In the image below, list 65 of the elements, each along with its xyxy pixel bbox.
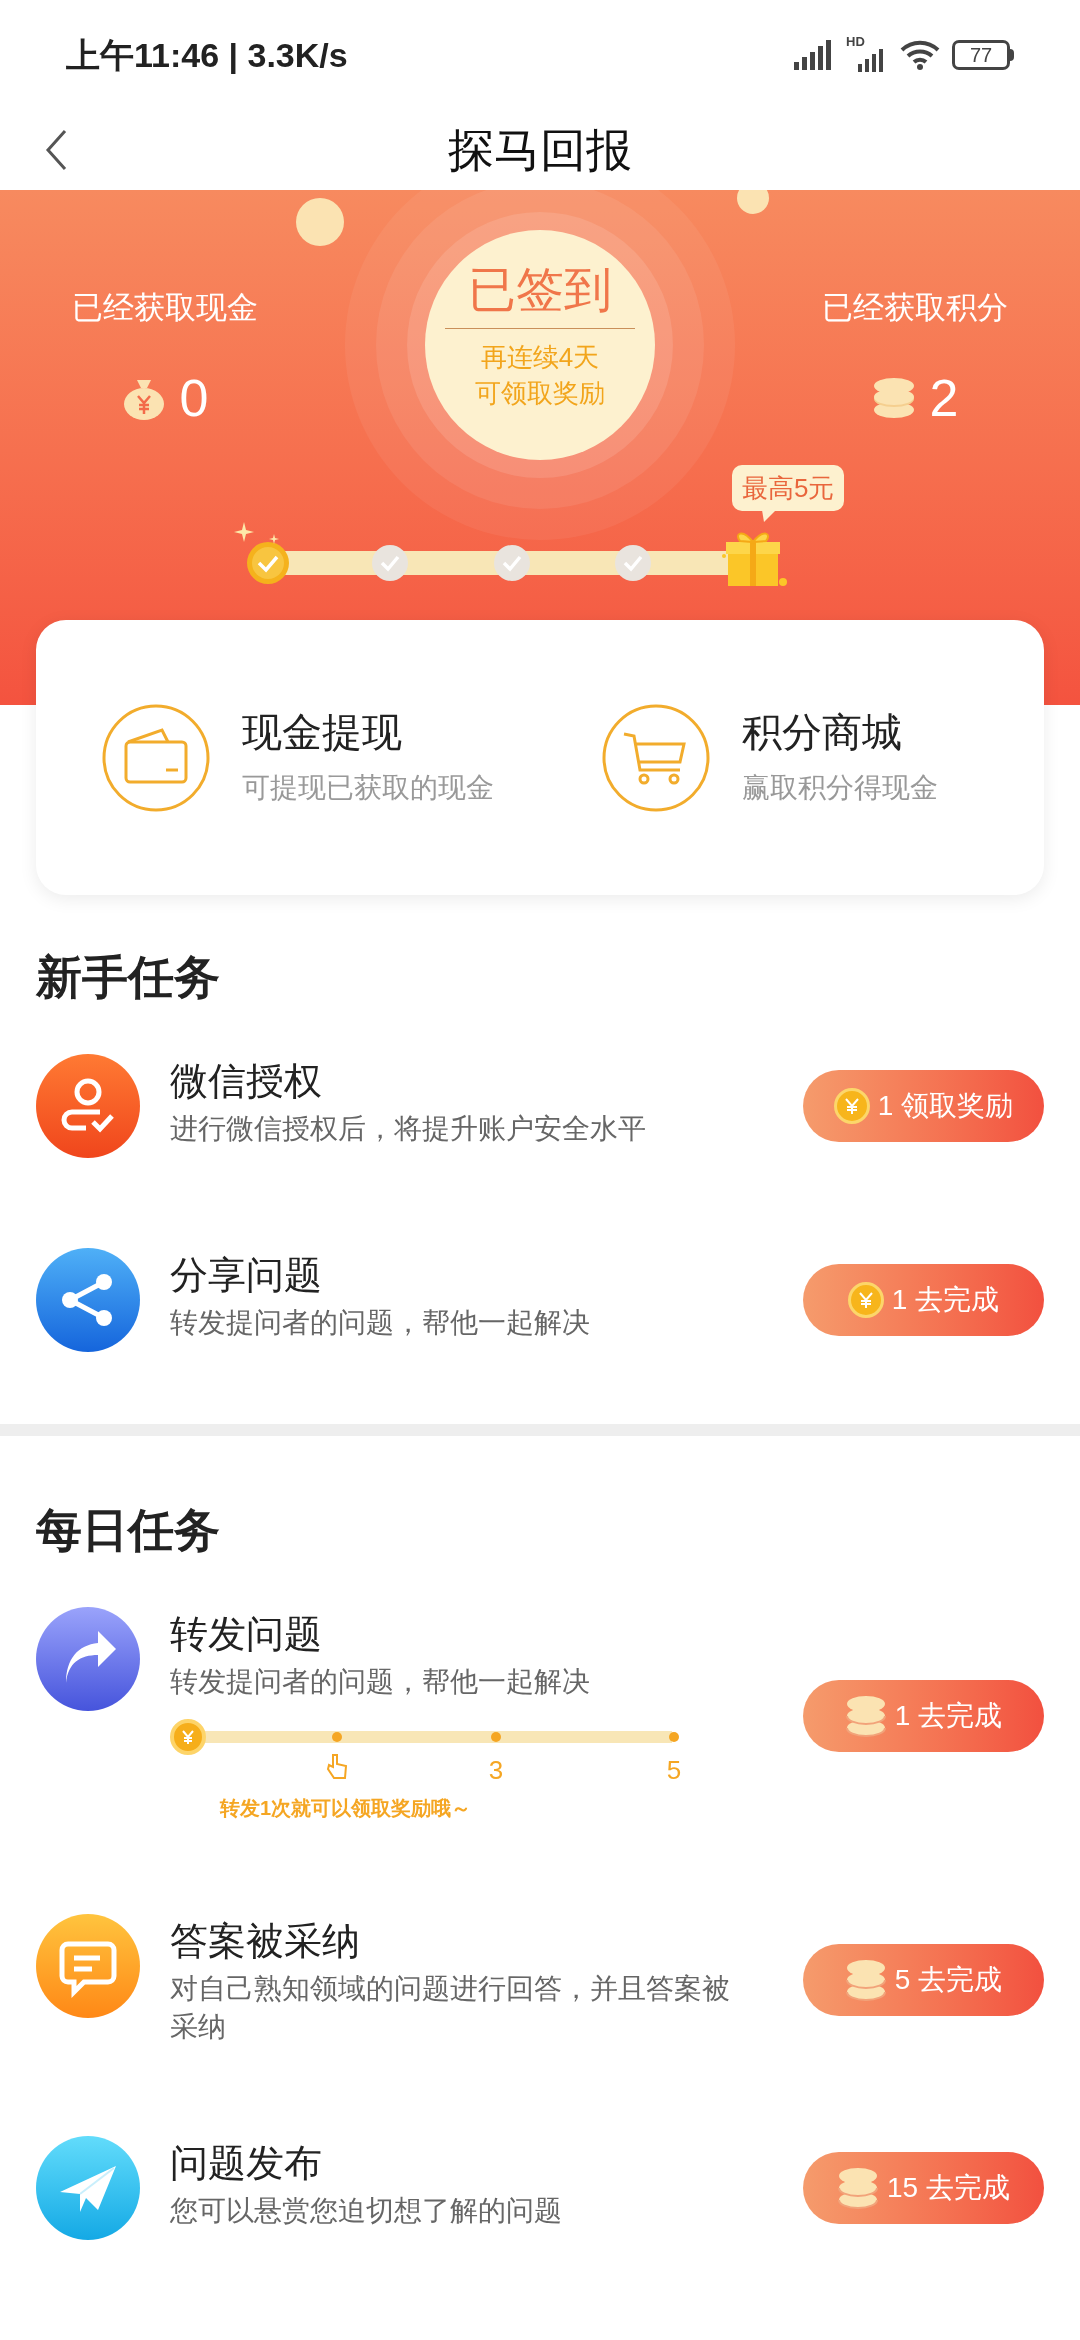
reward-action: 去完成 xyxy=(918,1963,1003,1997)
coin-stack-icon xyxy=(836,2166,879,2210)
shortcut-item[interactable]: 积分商城 赢取积分得现金 xyxy=(602,703,938,812)
reward-amount: 1 xyxy=(894,1698,911,1733)
task-description: 您可以悬赏您迫切想了解的问题 xyxy=(170,2194,563,2228)
status-time: 上午11:46 | 3.3K/s xyxy=(66,34,348,76)
reward-button[interactable]: 1 领取奖励 xyxy=(803,1070,1044,1142)
stat-label: 已经获取现金 xyxy=(72,289,258,327)
progress-label: 3 xyxy=(487,1754,505,1787)
yuan-coin-icon xyxy=(847,1282,884,1318)
reward-amount: 5 xyxy=(894,1963,911,1997)
checkin-hint: 可领取奖励 xyxy=(475,377,605,410)
task-description: 转发提问者的问题，帮他一起解决 xyxy=(170,1306,591,1340)
reward-button[interactable]: 1 去完成 xyxy=(803,1679,1044,1752)
checkin-hint: 再连续4天 xyxy=(480,341,600,374)
reward-amount: 1 xyxy=(891,1283,908,1317)
wallet-icon xyxy=(102,703,210,812)
shortcut-title: 现金提现 xyxy=(242,708,403,756)
shortcut-item[interactable]: 现金提现 可提现已获取的现金 xyxy=(102,703,602,812)
task-title: 答案被采纳 xyxy=(170,1919,361,1964)
checkin-status: 已签到 xyxy=(468,262,612,318)
task-description: 转发提问者的问题，帮他一起解决 xyxy=(170,1665,591,1699)
reward-action: 领取奖励 xyxy=(901,1089,1014,1123)
share-icon xyxy=(36,1248,140,1352)
battery-level: 77 xyxy=(969,45,993,65)
shortcut-subtitle: 可提现已获取的现金 xyxy=(242,770,494,805)
task-title: 微信授权 xyxy=(170,1059,323,1104)
reward-text: 最高5元 xyxy=(742,471,835,505)
section-title: 每日任务 xyxy=(36,1503,221,1558)
coin-stack-icon xyxy=(844,1958,887,2002)
task-title: 问题发布 xyxy=(170,2141,323,2186)
reward-amount: 15 xyxy=(886,2171,919,2205)
reward-button[interactable]: 15 去完成 xyxy=(803,2152,1044,2224)
back-icon xyxy=(45,129,67,171)
reward-action: 去完成 xyxy=(918,1698,1003,1733)
reward-action: 去完成 xyxy=(926,2171,1011,2205)
message-icon xyxy=(36,1914,140,2018)
stat-value: 0 xyxy=(179,371,209,424)
section-title: 新手任务 xyxy=(36,950,221,1005)
reward-button[interactable]: 5 去完成 xyxy=(803,1944,1044,2016)
task-title: 转发问题 xyxy=(170,1612,323,1657)
task-description: 进行微信授权后，将提升账户安全水平 xyxy=(170,1112,647,1146)
hand-pointer-icon xyxy=(325,1753,349,1781)
cart-icon xyxy=(602,703,710,812)
coin-stack-icon xyxy=(844,1693,887,1738)
reward-action: 去完成 xyxy=(915,1283,1000,1317)
yuan-coin-icon xyxy=(833,1088,870,1124)
stat-value: 2 xyxy=(929,371,959,424)
task-description: 对自己熟知领域的问题进行回答，并且答案被采纳 xyxy=(170,1972,731,2044)
signal-icon xyxy=(794,40,834,70)
shortcut-subtitle: 赢取积分得现金 xyxy=(742,770,938,805)
stat-label: 已经获取积分 xyxy=(822,289,1008,327)
yuan-coin-icon xyxy=(170,1719,206,1755)
paper-plane-icon xyxy=(36,2136,140,2240)
wifi-icon xyxy=(900,40,940,70)
progress-hint: 转发1次就可以领取奖励哦～ xyxy=(220,1796,472,1821)
page-title: 探马回报 xyxy=(448,122,632,178)
network-label: HD xyxy=(846,33,865,51)
shortcut-title: 积分商城 xyxy=(742,708,903,756)
coin-stack-icon xyxy=(871,375,916,420)
user-check-icon xyxy=(36,1054,140,1158)
task-title: 分享问题 xyxy=(170,1253,323,1298)
progress-label: 5 xyxy=(665,1754,683,1787)
reward-button[interactable]: 1 去完成 xyxy=(803,1264,1044,1336)
reward-amount: 1 xyxy=(877,1089,894,1123)
